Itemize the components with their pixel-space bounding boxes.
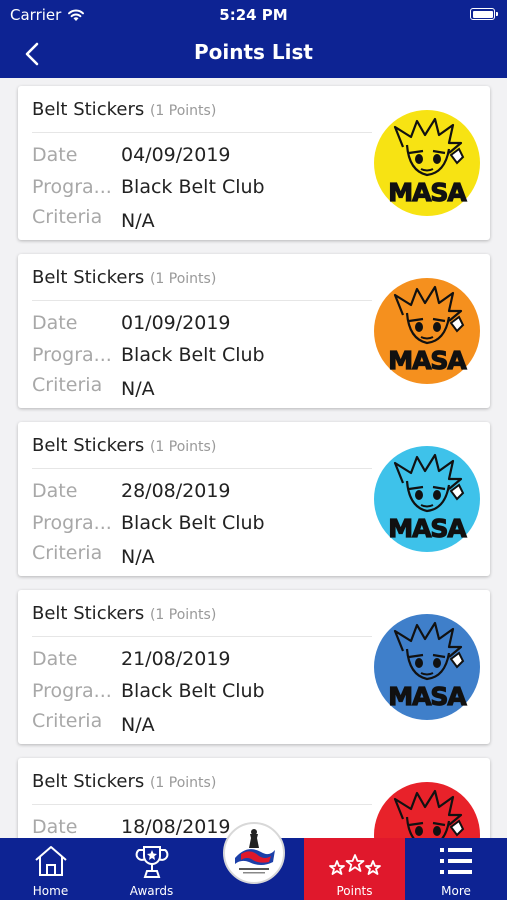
program-value: Black Belt Club bbox=[121, 512, 265, 534]
date-label: Date bbox=[32, 312, 78, 334]
masa-badge-icon: MASA bbox=[374, 110, 480, 216]
battery-icon bbox=[470, 8, 498, 20]
divider bbox=[32, 804, 372, 805]
card-title: Belt Stickers bbox=[32, 435, 145, 456]
divider bbox=[32, 300, 372, 301]
card-points: (1 Points) bbox=[149, 271, 217, 287]
masa-badge-icon: MASA bbox=[374, 782, 480, 838]
divider bbox=[32, 132, 372, 133]
tab-awards[interactable]: Awards bbox=[101, 838, 202, 900]
points-card[interactable]: Belt Stickers (1 Points) Date 01/09/2019… bbox=[18, 254, 490, 408]
points-card[interactable]: Belt Stickers (1 Points) Date 28/08/2019… bbox=[18, 422, 490, 576]
card-points: (1 Points) bbox=[149, 607, 217, 623]
badge-text: MASA bbox=[388, 346, 467, 375]
date-label: Date bbox=[32, 144, 78, 166]
tab-home-label: Home bbox=[32, 884, 69, 898]
clock: 5:24 PM bbox=[219, 6, 288, 24]
tab-home[interactable]: Home bbox=[0, 838, 101, 900]
badge-text: MASA bbox=[388, 178, 467, 207]
school-logo[interactable] bbox=[223, 822, 285, 884]
criteria-label: Criteria bbox=[32, 206, 103, 228]
card-header: Belt Stickers (1 Points) bbox=[32, 771, 216, 792]
tab-points-label: Points bbox=[336, 884, 373, 898]
program-label: Progra... bbox=[32, 344, 112, 366]
date-value: 18/08/2019 bbox=[121, 816, 231, 838]
card-title: Belt Stickers bbox=[32, 603, 145, 624]
card-header: Belt Stickers (1 Points) bbox=[32, 435, 216, 456]
card-header: Belt Stickers (1 Points) bbox=[32, 267, 216, 288]
tab-awards-label: Awards bbox=[129, 884, 174, 898]
criteria-value: N/A bbox=[121, 714, 155, 736]
date-value: 28/08/2019 bbox=[121, 480, 231, 502]
dojo-emblem-icon bbox=[227, 826, 281, 880]
status-bar: Carrier 5:24 PM bbox=[0, 0, 507, 30]
date-label: Date bbox=[32, 816, 78, 838]
criteria-label: Criteria bbox=[32, 710, 103, 732]
tab-more-label: More bbox=[441, 884, 471, 898]
program-label: Progra... bbox=[32, 176, 112, 198]
date-label: Date bbox=[32, 480, 78, 502]
nav-bar: Points List bbox=[0, 30, 507, 78]
card-header: Belt Stickers (1 Points) bbox=[32, 603, 216, 624]
points-card[interactable]: Belt Stickers (1 Points) Date 04/09/2019… bbox=[18, 86, 490, 240]
home-icon bbox=[34, 846, 67, 876]
divider bbox=[32, 468, 372, 469]
masa-badge-icon: MASA bbox=[374, 278, 480, 384]
tab-points[interactable]: Points bbox=[304, 838, 405, 900]
badge-text: MASA bbox=[388, 682, 467, 711]
card-header: Belt Stickers (1 Points) bbox=[32, 99, 216, 120]
date-label: Date bbox=[32, 648, 78, 670]
date-value: 21/08/2019 bbox=[121, 648, 231, 670]
date-value: 04/09/2019 bbox=[121, 144, 231, 166]
card-points: (1 Points) bbox=[149, 775, 217, 791]
points-card[interactable]: Belt Stickers (1 Points) Date 21/08/2019… bbox=[18, 590, 490, 744]
card-title: Belt Stickers bbox=[32, 99, 145, 120]
card-title: Belt Stickers bbox=[32, 771, 145, 792]
card-points: (1 Points) bbox=[149, 439, 217, 455]
stars-icon bbox=[328, 854, 381, 875]
program-label: Progra... bbox=[32, 512, 112, 534]
card-points: (1 Points) bbox=[149, 103, 217, 119]
divider bbox=[32, 636, 372, 637]
criteria-label: Criteria bbox=[32, 374, 103, 396]
masa-badge-icon: MASA bbox=[374, 614, 480, 720]
points-list[interactable]: Belt Stickers (1 Points) Date 04/09/2019… bbox=[0, 78, 507, 838]
program-value: Black Belt Club bbox=[121, 176, 265, 198]
masa-badge-icon: MASA bbox=[374, 446, 480, 552]
criteria-value: N/A bbox=[121, 546, 155, 568]
program-label: Progra... bbox=[32, 680, 112, 702]
criteria-value: N/A bbox=[121, 378, 155, 400]
page-title: Points List bbox=[194, 40, 313, 64]
criteria-value: N/A bbox=[121, 210, 155, 232]
program-value: Black Belt Club bbox=[121, 344, 265, 366]
menu-icon bbox=[440, 848, 472, 874]
card-title: Belt Stickers bbox=[32, 267, 145, 288]
trophy-icon bbox=[135, 846, 168, 878]
tab-more[interactable]: More bbox=[405, 838, 507, 900]
criteria-label: Criteria bbox=[32, 542, 103, 564]
program-value: Black Belt Club bbox=[121, 680, 265, 702]
date-value: 01/09/2019 bbox=[121, 312, 231, 334]
badge-text: MASA bbox=[388, 514, 467, 543]
